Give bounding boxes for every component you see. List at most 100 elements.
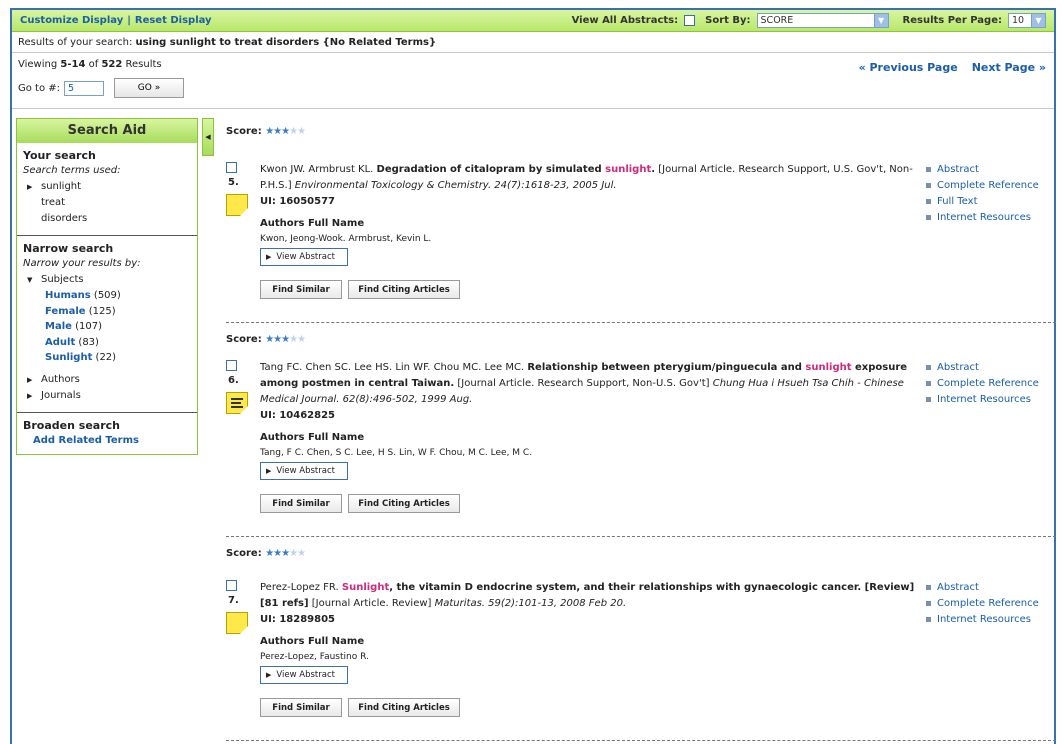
subject-item: Male (107) xyxy=(23,319,191,335)
next-page-link[interactable]: Next Page » xyxy=(972,61,1046,74)
subject-item: Adult (83) xyxy=(23,335,191,351)
subject-count: (22) xyxy=(95,352,117,363)
chevron-down-icon[interactable]: ▼ xyxy=(873,14,888,27)
citation-authors: Perez-Lopez FR. xyxy=(260,582,339,593)
full-text-link[interactable]: Full Text xyxy=(926,194,1039,210)
results-per-page-label: Results Per Page: xyxy=(902,15,1002,26)
result-number: 6. xyxy=(228,375,239,386)
abstract-link[interactable]: Abstract xyxy=(926,162,1039,178)
view-abstract-button[interactable]: ▶ View Abstract xyxy=(260,462,348,480)
score-label: Score: xyxy=(226,334,262,345)
display-toolbar: Customize Display | Reset Display View A… xyxy=(12,10,1054,32)
your-search-section: Your search Search terms used: ▶ sunlight… xyxy=(17,143,197,236)
search-term-item[interactable]: ▶ sunlight xyxy=(23,179,191,195)
result-select-checkbox[interactable] xyxy=(226,360,237,371)
triangle-right-icon: ▶ xyxy=(266,467,272,475)
find-citing-articles-button[interactable]: Find Citing Articles xyxy=(348,698,460,717)
add-related-terms-link[interactable]: Add Related Terms xyxy=(23,435,191,446)
note-icon[interactable] xyxy=(226,612,248,634)
sort-by-label: Sort By: xyxy=(705,15,751,26)
customize-display-link[interactable]: Customize Display xyxy=(20,15,123,26)
viewing-results-word: Results xyxy=(125,59,162,70)
bullet-icon xyxy=(926,616,931,622)
complete-reference-link[interactable]: Complete Reference xyxy=(926,178,1039,194)
view-all-abstracts-checkbox[interactable] xyxy=(684,15,696,26)
complete-reference-link[interactable]: Complete Reference xyxy=(926,596,1039,612)
journals-toggle[interactable]: ▶ Journals xyxy=(23,388,191,404)
bullet-icon xyxy=(926,396,931,402)
score-row: Score: ★★★★★ xyxy=(226,548,1056,559)
view-abstract-button[interactable]: ▶ View Abstract xyxy=(260,248,348,266)
subject-link-male[interactable]: Male xyxy=(45,321,72,332)
subject-link-adult[interactable]: Adult xyxy=(45,337,75,348)
abstract-link[interactable]: Abstract xyxy=(926,580,1039,596)
sort-by-select[interactable]: SCORE ▼ xyxy=(756,13,889,28)
citation: Perez-Lopez FR. Sunlight, the vitamin D … xyxy=(260,580,920,628)
search-aid-title: Search Aid xyxy=(17,119,197,143)
triangle-right-icon: ▶ xyxy=(266,253,272,261)
search-term-item: treat xyxy=(41,197,66,208)
sort-by-value: SCORE xyxy=(760,15,794,26)
result-select-checkbox[interactable] xyxy=(226,580,237,591)
abstract-link[interactable]: Abstract xyxy=(926,360,1039,376)
search-term-item: disorders xyxy=(41,213,88,224)
score-stars: ★★★★★ xyxy=(265,126,306,137)
internet-resources-link[interactable]: Internet Resources xyxy=(926,392,1039,408)
authors-toggle[interactable]: ▶ Authors xyxy=(23,372,191,388)
search-aid-panel: Search Aid Your search Search terms used… xyxy=(16,118,198,455)
view-abstract-label: View Abstract xyxy=(276,670,335,680)
page-navigation: « Previous Page Next Page » xyxy=(859,61,1046,74)
result-divider xyxy=(226,740,1056,741)
viewing-range: 5-14 xyxy=(60,59,86,70)
result-item: Score: ★★★★★ 6. Tang FC. Chen SC. Lee HS… xyxy=(226,334,1056,540)
search-summary: Results of your search: using sunlight t… xyxy=(12,32,1054,53)
note-icon[interactable] xyxy=(226,194,248,216)
authors-full-heading: Authors Full Name xyxy=(260,636,365,647)
subject-link-humans[interactable]: Humans xyxy=(45,290,91,301)
citation-title[interactable]: Degradation of citalopram by simulated s… xyxy=(377,164,656,175)
narrow-search-section: Narrow search Narrow your results by: ▼ S… xyxy=(17,236,197,413)
goto-row: Go to #: GO » xyxy=(18,78,1048,98)
narrow-by-label: Narrow your results by: xyxy=(23,258,141,269)
reset-display-link[interactable]: Reset Display xyxy=(135,15,212,26)
view-abstract-label: View Abstract xyxy=(276,252,335,262)
search-summary-prefix: Results of your search: xyxy=(18,36,133,48)
page-frame: Customize Display | Reset Display View A… xyxy=(10,8,1056,744)
find-similar-button[interactable]: Find Similar xyxy=(260,698,342,717)
view-abstract-button[interactable]: ▶ View Abstract xyxy=(260,666,348,684)
results-total: 522 xyxy=(101,59,123,70)
go-button[interactable]: GO » xyxy=(114,78,185,98)
internet-resources-link[interactable]: Internet Resources xyxy=(926,612,1039,628)
result-number: 7. xyxy=(228,595,239,606)
authors-full-heading: Authors Full Name xyxy=(260,218,365,229)
goto-input[interactable] xyxy=(64,80,105,96)
citation-authors: Kwon JW. Armbrust KL. xyxy=(260,164,374,175)
triangle-right-icon: ▶ xyxy=(27,375,33,384)
note-icon[interactable] xyxy=(226,392,248,414)
bullet-icon xyxy=(926,380,931,386)
find-similar-button[interactable]: Find Similar xyxy=(260,494,342,513)
collapse-sidebar-button[interactable]: ◀ xyxy=(202,118,214,156)
result-select-checkbox[interactable] xyxy=(226,162,237,173)
viewing-prefix: Viewing xyxy=(18,59,58,70)
subject-link-female[interactable]: Female xyxy=(45,306,86,317)
find-similar-button[interactable]: Find Similar xyxy=(260,280,342,299)
broaden-search-section: Broaden search Add Related Terms xyxy=(17,413,197,454)
complete-reference-link[interactable]: Complete Reference xyxy=(926,376,1039,392)
find-citing-articles-button[interactable]: Find Citing Articles xyxy=(348,280,460,299)
internet-resources-link[interactable]: Internet Resources xyxy=(926,210,1039,226)
subjects-toggle[interactable]: ▼ Subjects xyxy=(23,272,191,288)
results-per-page-select[interactable]: 10 ▼ xyxy=(1008,13,1046,28)
view-abstract-label: View Abstract xyxy=(276,466,335,476)
result-links: Abstract Complete Reference Full Text In… xyxy=(926,162,1039,226)
subject-link-sunlight[interactable]: Sunlight xyxy=(45,352,92,363)
subject-count: (83) xyxy=(78,336,99,348)
chevron-down-icon[interactable]: ▼ xyxy=(1031,14,1045,27)
citation: Kwon JW. Armbrust KL. Degradation of cit… xyxy=(260,162,920,210)
find-citing-articles-button[interactable]: Find Citing Articles xyxy=(348,494,460,513)
triangle-down-icon: ▼ xyxy=(27,276,33,284)
your-search-heading: Your search xyxy=(23,149,96,162)
previous-page-link[interactable]: « Previous Page xyxy=(859,61,958,74)
subject-count: (107) xyxy=(75,321,102,332)
subject-count: (509) xyxy=(93,290,121,301)
